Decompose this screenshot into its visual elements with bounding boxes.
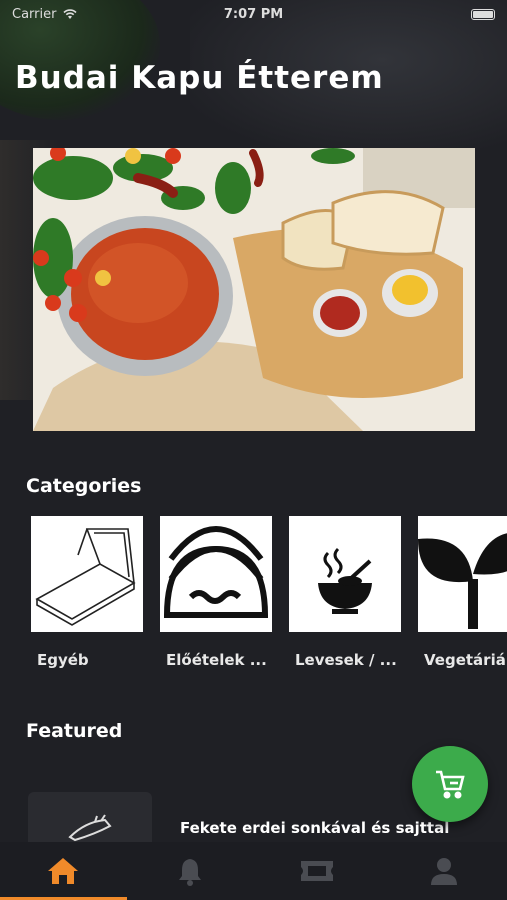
category-label: Levesek / ...: [295, 651, 397, 669]
categories-list: Egyéb Előételek ... Levesek / ... Vegetá…: [31, 516, 507, 669]
tab-profile[interactable]: [380, 842, 507, 900]
category-levesek[interactable]: Levesek / ...: [289, 516, 401, 669]
bell-icon: [179, 859, 202, 886]
hero-image: [33, 148, 475, 431]
tacos-icon: [160, 516, 272, 632]
featured-heading: Featured: [26, 720, 123, 742]
category-vegetarian[interactable]: Vegetáriá: [418, 516, 507, 669]
user-icon: [430, 858, 457, 885]
pizza-box-icon: [31, 516, 143, 632]
category-label: Előételek ...: [166, 651, 267, 669]
featured-item-name: Fekete erdei sonkával és sajttal: [180, 819, 450, 837]
bottom-tab-bar: [0, 842, 507, 900]
shopping-cart-icon: [436, 770, 465, 799]
tab-notifications[interactable]: [127, 842, 254, 900]
restaurant-title: Budai Kapu Étterem: [15, 60, 384, 96]
battery-icon: [471, 8, 495, 20]
category-label: Egyéb: [37, 651, 89, 669]
sprout-icon: [418, 516, 507, 632]
category-eloetelek[interactable]: Előételek ...: [160, 516, 272, 669]
category-label: Vegetáriá: [424, 651, 506, 669]
soup-bowl-icon: [289, 516, 401, 632]
status-time: 7:07 PM: [223, 6, 284, 22]
tab-home[interactable]: [0, 842, 127, 900]
home-icon: [48, 858, 79, 884]
category-egyeb[interactable]: Egyéb: [31, 516, 143, 669]
ticket-icon: [300, 861, 333, 881]
tab-tickets[interactable]: [254, 842, 381, 900]
categories-heading: Categories: [26, 475, 142, 497]
status-bar: Carrier 7:07 PM: [0, 0, 507, 28]
cart-button[interactable]: [412, 746, 488, 822]
